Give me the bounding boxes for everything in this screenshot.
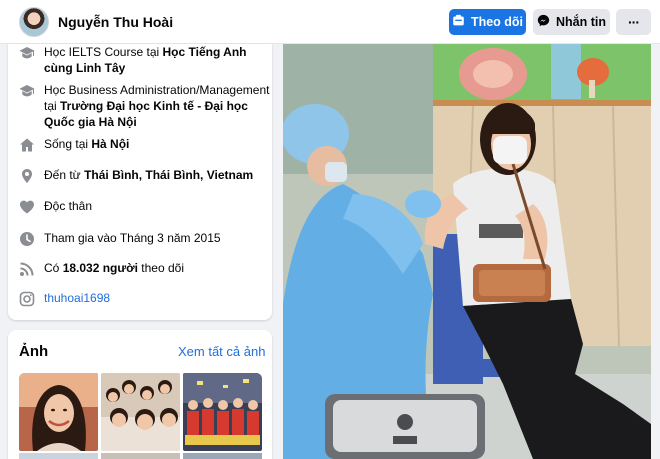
profile-name[interactable]: Nguyễn Thu Hoài bbox=[58, 14, 173, 30]
intro-text-from: Đến từ Thái Bình, Thái Bình, Vietnam bbox=[44, 168, 254, 182]
link-current-city[interactable]: Hà Nội bbox=[91, 137, 129, 151]
follow-button[interactable]: Theo dõi bbox=[449, 9, 526, 35]
intro-item-instagram: thuhoai1698 bbox=[19, 290, 272, 307]
graduation-cap-icon bbox=[19, 83, 35, 99]
intro-text-study-ielts: Học IELTS Course tại Học Tiếng Anh cùng … bbox=[44, 45, 247, 75]
intro-item-joined: Tham gia vào Tháng 3 năm 2015 bbox=[19, 230, 272, 247]
intro-text-joined: Tham gia vào Tháng 3 năm 2015 bbox=[44, 231, 221, 245]
link-hometown[interactable]: Thái Bình, Thái Bình, Vietnam bbox=[84, 168, 253, 182]
messenger-icon bbox=[537, 14, 550, 30]
home-icon bbox=[19, 137, 35, 153]
post-photo[interactable] bbox=[283, 44, 651, 459]
location-pin-icon bbox=[19, 168, 35, 184]
intro-item-study-ielts: Học IELTS Course tại Học Tiếng Anh cùng … bbox=[19, 44, 272, 76]
clock-icon bbox=[19, 231, 35, 247]
photo-thumbnail[interactable] bbox=[19, 373, 98, 451]
instagram-link[interactable]: thuhoai1698 bbox=[44, 290, 272, 306]
intro-card: Học IELTS Course tại Học Tiếng Anh cùng … bbox=[8, 44, 272, 320]
more-options-button[interactable]: ··· bbox=[616, 9, 651, 35]
intro-item-lives: Sống tại Hà Nội bbox=[19, 136, 272, 153]
graduation-cap-icon bbox=[19, 45, 35, 61]
intro-text-followers: Có 18.032 người theo dõi bbox=[44, 261, 184, 275]
link-followers[interactable]: 18.032 người bbox=[63, 261, 138, 275]
follow-icon bbox=[452, 14, 465, 30]
see-all-photos-link[interactable]: Xem tất cả ảnh bbox=[178, 344, 265, 359]
intro-item-relationship: Độc thân bbox=[19, 198, 272, 215]
intro-item-study-university: Học Business Administration/Management t… bbox=[19, 82, 272, 130]
photo-thumbnail[interactable] bbox=[183, 373, 262, 451]
more-icon: ··· bbox=[628, 14, 640, 30]
photo-thumbnail[interactable] bbox=[101, 453, 180, 459]
avatar[interactable] bbox=[19, 7, 49, 37]
intro-item-followers: Có 18.032 người theo dõi bbox=[19, 260, 272, 277]
intro-text-relationship: Độc thân bbox=[44, 199, 93, 213]
link-university[interactable]: Trường Đại học Kinh tế - Đại học Quốc gi… bbox=[44, 99, 248, 129]
instagram-icon bbox=[19, 291, 35, 307]
follow-label: Theo dõi bbox=[470, 15, 524, 29]
heart-icon bbox=[19, 199, 35, 215]
message-button[interactable]: Nhắn tin bbox=[533, 9, 610, 35]
intro-text-study-university: Học Business Administration/Management t… bbox=[44, 83, 270, 129]
photo-thumbnail[interactable] bbox=[101, 373, 180, 451]
photo-thumbnail[interactable] bbox=[183, 453, 262, 459]
photos-title[interactable]: Ảnh bbox=[19, 343, 48, 360]
photos-card: Ảnh Xem tất cả ảnh bbox=[8, 330, 272, 459]
photo-thumbnail[interactable] bbox=[19, 453, 98, 459]
message-label: Nhắn tin bbox=[556, 15, 606, 29]
intro-item-from: Đến từ Thái Bình, Thái Bình, Vietnam bbox=[19, 167, 272, 184]
rss-icon bbox=[19, 261, 35, 277]
profile-header-bar: Nguyễn Thu Hoài Theo dõi Nhắn tin ··· bbox=[0, 0, 660, 44]
intro-text-lives: Sống tại Hà Nội bbox=[44, 137, 130, 151]
